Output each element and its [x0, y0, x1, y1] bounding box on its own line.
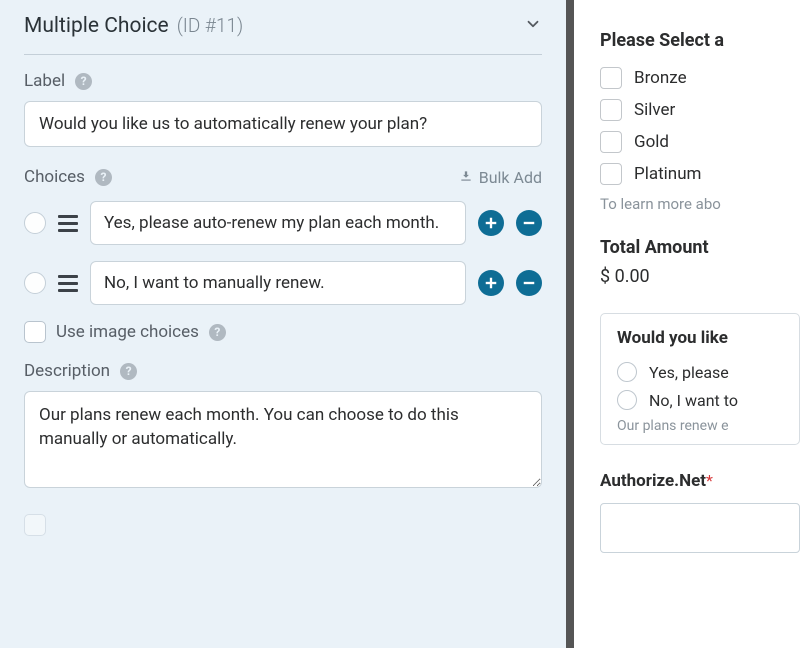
- checkbox[interactable]: [24, 514, 46, 536]
- preview-select-heading: Please Select a: [600, 30, 800, 51]
- choice-row: [24, 201, 542, 245]
- drag-handle-icon[interactable]: [58, 275, 78, 292]
- add-choice-button[interactable]: [478, 210, 504, 236]
- learn-more-text: To learn more abo: [600, 195, 800, 213]
- preview-question-box[interactable]: Would you like Yes, please No, I want to…: [600, 313, 800, 445]
- choice-row: [24, 261, 542, 305]
- add-choice-button[interactable]: [478, 270, 504, 296]
- label-input[interactable]: [24, 101, 542, 147]
- plan-option[interactable]: Platinum: [600, 163, 800, 185]
- authorize-label: Authorize.Net: [600, 471, 706, 491]
- form-preview-panel: Please Select a Bronze Silver Gold Plati…: [574, 0, 800, 648]
- checkbox[interactable]: [600, 67, 622, 89]
- question-option[interactable]: No, I want to: [617, 390, 799, 410]
- description-input[interactable]: [24, 391, 542, 488]
- option-label: Platinum: [634, 164, 701, 184]
- label-heading: Label: [24, 71, 65, 91]
- bulk-add-label: Bulk Add: [479, 168, 542, 187]
- question-desc: Our plans renew e: [617, 418, 799, 434]
- plan-option[interactable]: Bronze: [600, 67, 800, 89]
- plan-options-group: Bronze Silver Gold Platinum: [600, 67, 800, 185]
- authorize-input[interactable]: [600, 503, 800, 553]
- option-label: Yes, please: [649, 363, 729, 382]
- option-label: No, I want to: [649, 391, 738, 410]
- image-choices-row: Use image choices ?: [24, 321, 542, 343]
- question-option[interactable]: Yes, please: [617, 362, 799, 382]
- bulk-add-link[interactable]: Bulk Add: [459, 168, 542, 187]
- option-label: Bronze: [634, 68, 687, 88]
- remove-choice-button[interactable]: [516, 210, 542, 236]
- option-label: Silver: [634, 100, 675, 120]
- panel-title: Multiple Choice: [24, 14, 169, 38]
- help-icon[interactable]: ?: [95, 169, 112, 186]
- checkbox[interactable]: [600, 131, 622, 153]
- radio[interactable]: [617, 362, 637, 382]
- default-radio[interactable]: [24, 272, 46, 294]
- choice-input[interactable]: [90, 201, 466, 245]
- chevron-down-icon[interactable]: [524, 15, 542, 37]
- choice-input[interactable]: [90, 261, 466, 305]
- choices-heading: Choices: [24, 167, 85, 187]
- download-icon: [459, 168, 473, 187]
- image-choices-label: Use image choices: [56, 322, 199, 342]
- panel-header[interactable]: Multiple Choice (ID #11): [24, 14, 542, 55]
- checkbox[interactable]: [600, 163, 622, 185]
- remove-choice-button[interactable]: [516, 270, 542, 296]
- required-star: *: [706, 471, 713, 490]
- default-radio[interactable]: [24, 212, 46, 234]
- checkbox[interactable]: [600, 99, 622, 121]
- panel-id-text: (ID #11): [177, 14, 244, 37]
- plan-option[interactable]: Silver: [600, 99, 800, 121]
- option-label: Gold: [634, 132, 669, 152]
- question-heading: Would you like: [617, 328, 799, 348]
- drag-handle-icon[interactable]: [58, 215, 78, 232]
- image-choices-checkbox[interactable]: [24, 321, 46, 343]
- field-settings-panel: Multiple Choice (ID #11) Label ? Choices…: [0, 0, 574, 648]
- total-amount-value: $ 0.00: [600, 266, 800, 287]
- help-icon[interactable]: ?: [209, 324, 226, 341]
- authorize-field: Authorize.Net*: [600, 471, 800, 553]
- description-heading: Description: [24, 361, 110, 381]
- radio[interactable]: [617, 390, 637, 410]
- help-icon[interactable]: ?: [120, 363, 137, 380]
- help-icon[interactable]: ?: [75, 73, 92, 90]
- total-amount-label: Total Amount: [600, 237, 800, 258]
- plan-option[interactable]: Gold: [600, 131, 800, 153]
